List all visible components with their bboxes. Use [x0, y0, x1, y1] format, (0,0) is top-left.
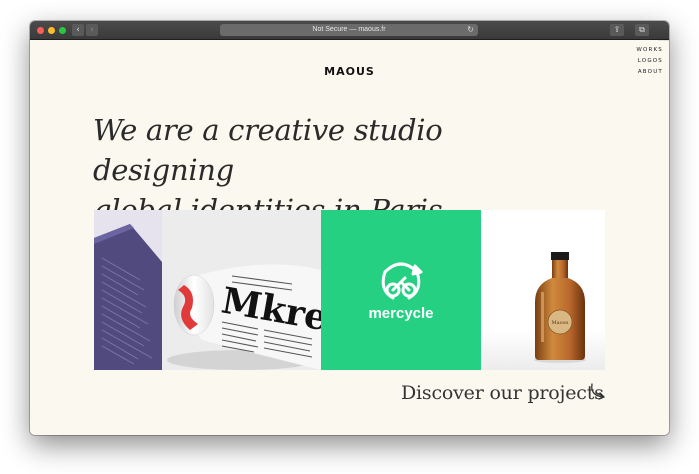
- web-page: MAOUS WORKS LOGOS ABOUT We are a creativ…: [30, 41, 669, 435]
- project-tile-book[interactable]: [94, 210, 162, 370]
- hero-headline-line-1: We are a creative studio designing: [93, 113, 443, 187]
- site-logo[interactable]: MAOUS: [30, 65, 669, 78]
- share-button[interactable]: ⇪: [610, 24, 624, 36]
- project-tile-mercycle[interactable]: mercycle: [321, 210, 481, 370]
- project-gallery: Mkreap mercycle Maous: [94, 210, 605, 370]
- nav-logos-link[interactable]: LOGOS: [636, 56, 663, 67]
- address-bar[interactable]: Not Secure — maous.fr ↻: [220, 24, 478, 36]
- nav-works-link[interactable]: WORKS: [636, 45, 663, 56]
- zoom-window-button[interactable]: [59, 27, 66, 34]
- curved-arrow-icon[interactable]: [588, 382, 608, 402]
- show-tabs-button[interactable]: ⧉: [635, 24, 649, 36]
- forward-button[interactable]: ›: [86, 24, 98, 36]
- back-button[interactable]: ‹: [72, 24, 84, 36]
- bottle-image: Maous: [534, 252, 586, 363]
- minimize-window-button[interactable]: [48, 27, 55, 34]
- address-text: Not Secure — maous.fr: [312, 26, 386, 33]
- close-window-button[interactable]: [37, 27, 44, 34]
- newspaper-image: Mkreap: [162, 210, 321, 370]
- discover-projects-link[interactable]: Discover our projects: [401, 382, 604, 404]
- browser-window: ‹ › Not Secure — maous.fr ↻ ⇪ ⧉ + MAOUS …: [30, 21, 669, 435]
- project-tile-newspaper[interactable]: Mkreap: [162, 210, 321, 370]
- nav-about-link[interactable]: ABOUT: [636, 67, 663, 78]
- reload-icon[interactable]: ↻: [467, 24, 474, 36]
- project-tile-bottle[interactable]: Maous: [481, 210, 605, 370]
- bottle-label: Maous: [552, 320, 569, 326]
- recycle-bike-icon: [381, 262, 423, 300]
- mercycle-label: mercycle: [368, 305, 433, 322]
- browser-toolbar: ‹ › Not Secure — maous.fr ↻ ⇪ ⧉: [30, 21, 669, 40]
- book-image: [94, 224, 162, 370]
- site-nav: WORKS LOGOS ABOUT: [636, 45, 663, 78]
- mercycle-logo: mercycle: [368, 262, 434, 322]
